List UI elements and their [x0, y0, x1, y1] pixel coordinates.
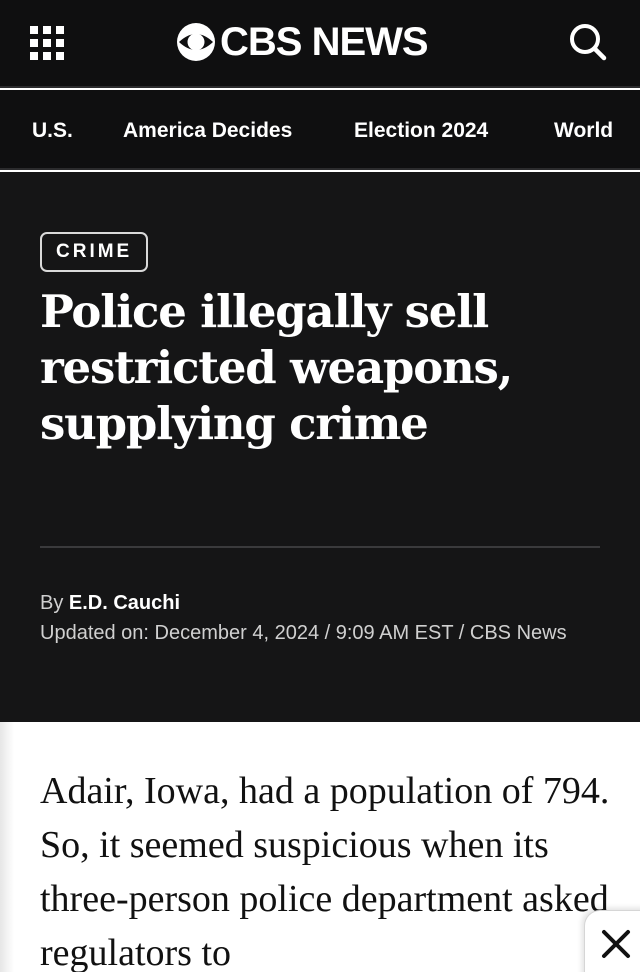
grid-menu-icon — [30, 26, 64, 60]
cbs-news-logo[interactable]: CBS NEWS — [176, 18, 429, 66]
article-paragraph: Adair, Iowa, had a population of 794. So… — [40, 770, 610, 972]
cbs-eye-icon — [177, 23, 215, 61]
author-link[interactable]: E.D. Cauchi — [69, 592, 180, 614]
article-body: Adair, Iowa, had a population of 794. So… — [0, 722, 640, 972]
search-icon — [570, 24, 607, 61]
nav-item-us[interactable]: U.S. — [32, 90, 73, 168]
close-overlay-button[interactable] — [584, 910, 640, 972]
nav-item-world[interactable]: World — [554, 90, 613, 168]
category-tag[interactable]: CRIME — [40, 232, 149, 272]
grid-menu-button[interactable] — [30, 26, 64, 60]
nav-item-election-2024[interactable]: Election 2024 — [354, 90, 488, 168]
article-header: CRIME Police illegally sell restricted w… — [0, 172, 640, 722]
logo-text: CBS NEWS — [220, 20, 429, 64]
body-edge-shadow — [0, 722, 14, 972]
header-divider — [40, 546, 600, 548]
section-nav: U.S. America Decides Election 2024 World — [0, 90, 640, 170]
search-button[interactable] — [566, 20, 610, 64]
byline-prefix: By — [40, 592, 64, 614]
close-icon — [602, 930, 630, 958]
nav-item-america-decides[interactable]: America Decides — [123, 90, 292, 168]
article-headline: Police illegally sell restricted weapons… — [40, 285, 513, 450]
top-header: CBS NEWS — [0, 0, 640, 88]
updated-timestamp: Updated on: December 4, 2024 / 9:09 AM E… — [40, 622, 567, 644]
byline: By E.D. Cauchi — [40, 588, 180, 618]
